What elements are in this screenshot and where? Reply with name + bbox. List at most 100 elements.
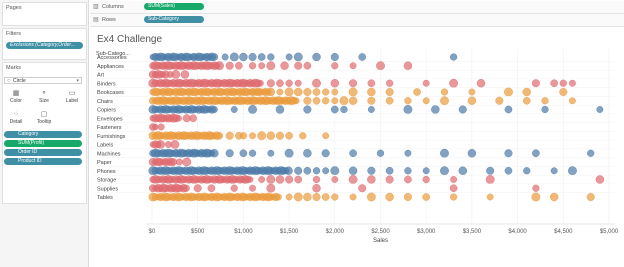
data-point[interactable]: [349, 193, 357, 201]
data-point[interactable]: [312, 175, 321, 184]
data-point[interactable]: [403, 105, 413, 114]
data-point[interactable]: [285, 79, 293, 87]
detail-button[interactable]: ⁘ Detail: [5, 110, 27, 128]
data-point[interactable]: [458, 105, 467, 114]
data-point[interactable]: [348, 175, 358, 184]
data-point[interactable]: [541, 97, 549, 105]
data-point[interactable]: [294, 87, 303, 97]
data-point[interactable]: [385, 96, 394, 105]
data-point[interactable]: [152, 123, 159, 131]
product-id-detail-pill[interactable]: Product ID: [4, 158, 82, 165]
data-point[interactable]: [376, 149, 385, 157]
data-point[interactable]: [312, 52, 321, 62]
data-point[interactable]: [413, 88, 421, 96]
data-point[interactable]: [330, 53, 339, 62]
data-point[interactable]: [276, 88, 284, 96]
data-point[interactable]: [587, 149, 595, 157]
data-point[interactable]: [182, 184, 190, 192]
data-point[interactable]: [422, 79, 430, 87]
data-point[interactable]: [449, 184, 458, 193]
data-point[interactable]: [367, 79, 376, 88]
data-point[interactable]: [440, 148, 449, 158]
data-point[interactable]: [331, 62, 339, 70]
data-point[interactable]: [257, 53, 266, 61]
profit-size-pill[interactable]: SUM(Profit): [4, 140, 82, 147]
data-point[interactable]: [258, 62, 266, 70]
data-point[interactable]: [267, 53, 275, 61]
data-point[interactable]: [239, 132, 248, 140]
data-point[interactable]: [504, 87, 513, 97]
data-point[interactable]: [210, 53, 219, 61]
data-point[interactable]: [367, 175, 376, 184]
data-point[interactable]: [569, 97, 576, 105]
data-point[interactable]: [385, 175, 394, 184]
data-point[interactable]: [404, 149, 412, 157]
data-point[interactable]: [312, 88, 321, 96]
data-point[interactable]: [404, 175, 412, 184]
data-point[interactable]: [225, 149, 234, 158]
exclusions-filter-pill[interactable]: Exclusions (Category,Order...: [6, 42, 83, 49]
data-point[interactable]: [248, 62, 257, 70]
data-point[interactable]: [349, 79, 358, 88]
data-point[interactable]: [322, 167, 330, 175]
data-point[interactable]: [312, 78, 321, 88]
data-point[interactable]: [559, 88, 568, 97]
data-point[interactable]: [422, 193, 431, 201]
data-point[interactable]: [258, 176, 266, 183]
category-color-pill[interactable]: Category: [4, 131, 82, 138]
data-point[interactable]: [169, 158, 178, 166]
data-point[interactable]: [358, 53, 367, 61]
data-point[interactable]: [504, 166, 513, 175]
data-point[interactable]: [331, 176, 339, 183]
data-point[interactable]: [495, 96, 504, 105]
data-point[interactable]: [292, 97, 300, 105]
data-point[interactable]: [312, 96, 321, 105]
data-point[interactable]: [221, 53, 229, 61]
data-point[interactable]: [294, 79, 302, 87]
data-point[interactable]: [550, 167, 558, 175]
data-point[interactable]: [156, 140, 165, 149]
mark-type-dropdown[interactable]: ○ Circle ▾: [4, 77, 82, 84]
data-point[interactable]: [303, 166, 312, 175]
data-point[interactable]: [293, 52, 303, 62]
data-point[interactable]: [322, 132, 330, 140]
data-point[interactable]: [303, 192, 312, 202]
data-point[interactable]: [531, 79, 540, 88]
data-point[interactable]: [404, 97, 412, 105]
data-point[interactable]: [404, 167, 412, 175]
data-point[interactable]: [422, 175, 430, 184]
data-point[interactable]: [331, 193, 339, 201]
data-point[interactable]: [440, 166, 449, 176]
data-point[interactable]: [210, 149, 219, 158]
data-point[interactable]: [266, 131, 276, 140]
data-point[interactable]: [284, 87, 294, 97]
data-point[interactable]: [403, 61, 413, 70]
data-point[interactable]: [322, 88, 330, 96]
data-point[interactable]: [331, 88, 339, 96]
data-point[interactable]: [569, 79, 576, 87]
data-point[interactable]: [249, 132, 256, 140]
data-point[interactable]: [193, 184, 202, 193]
data-point[interactable]: [266, 61, 276, 71]
data-point[interactable]: [522, 87, 531, 97]
data-point[interactable]: [175, 114, 182, 122]
data-point[interactable]: [214, 61, 224, 71]
data-point[interactable]: [385, 192, 394, 202]
data-point[interactable]: [249, 184, 256, 192]
data-point[interactable]: [257, 131, 267, 141]
data-point[interactable]: [276, 79, 284, 88]
data-point[interactable]: [312, 192, 321, 201]
data-point[interactable]: [321, 193, 330, 201]
data-point[interactable]: [376, 61, 385, 71]
data-point[interactable]: [504, 105, 513, 114]
data-point[interactable]: [266, 175, 276, 184]
data-point[interactable]: [303, 105, 312, 114]
data-point[interactable]: [458, 166, 467, 175]
data-point[interactable]: [312, 184, 321, 193]
data-point[interactable]: [284, 166, 293, 175]
data-point[interactable]: [440, 88, 449, 96]
data-point[interactable]: [467, 149, 477, 158]
data-point[interactable]: [157, 123, 165, 131]
data-point[interactable]: [303, 61, 312, 70]
data-point[interactable]: [532, 149, 540, 158]
